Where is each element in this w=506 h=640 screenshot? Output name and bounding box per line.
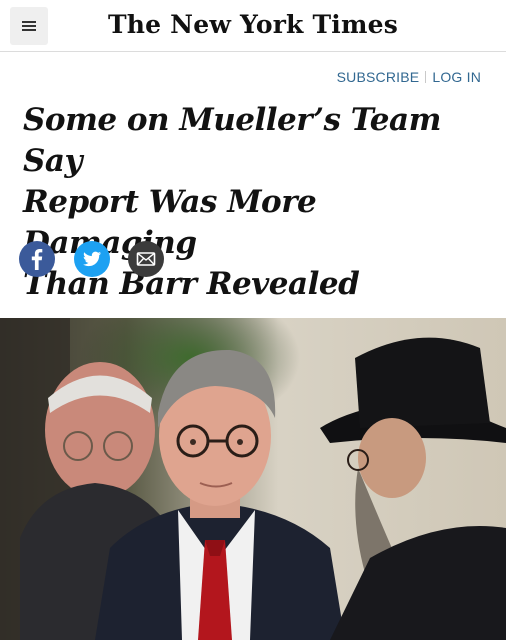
headline-line: Some on Mueller’s Team Say bbox=[23, 102, 441, 179]
subscribe-link[interactable]: SUBSCRIBE bbox=[337, 69, 420, 85]
photo-illustration bbox=[0, 318, 506, 640]
divider bbox=[425, 71, 427, 83]
twitter-icon bbox=[83, 251, 102, 267]
email-icon bbox=[136, 252, 156, 266]
nyt-logo[interactable]: The New York Times bbox=[0, 10, 506, 39]
article-lead-photo[interactable] bbox=[0, 318, 506, 640]
share-twitter-button[interactable] bbox=[74, 241, 110, 277]
account-links: SUBSCRIBE LOG IN bbox=[337, 69, 481, 85]
share-email-button[interactable] bbox=[128, 241, 164, 277]
login-link[interactable]: LOG IN bbox=[432, 69, 481, 85]
headline-line: Report Was More Damaging bbox=[23, 184, 317, 261]
share-facebook-button[interactable] bbox=[19, 241, 55, 277]
top-bar: The New York Times bbox=[0, 0, 506, 52]
facebook-icon bbox=[31, 249, 43, 270]
